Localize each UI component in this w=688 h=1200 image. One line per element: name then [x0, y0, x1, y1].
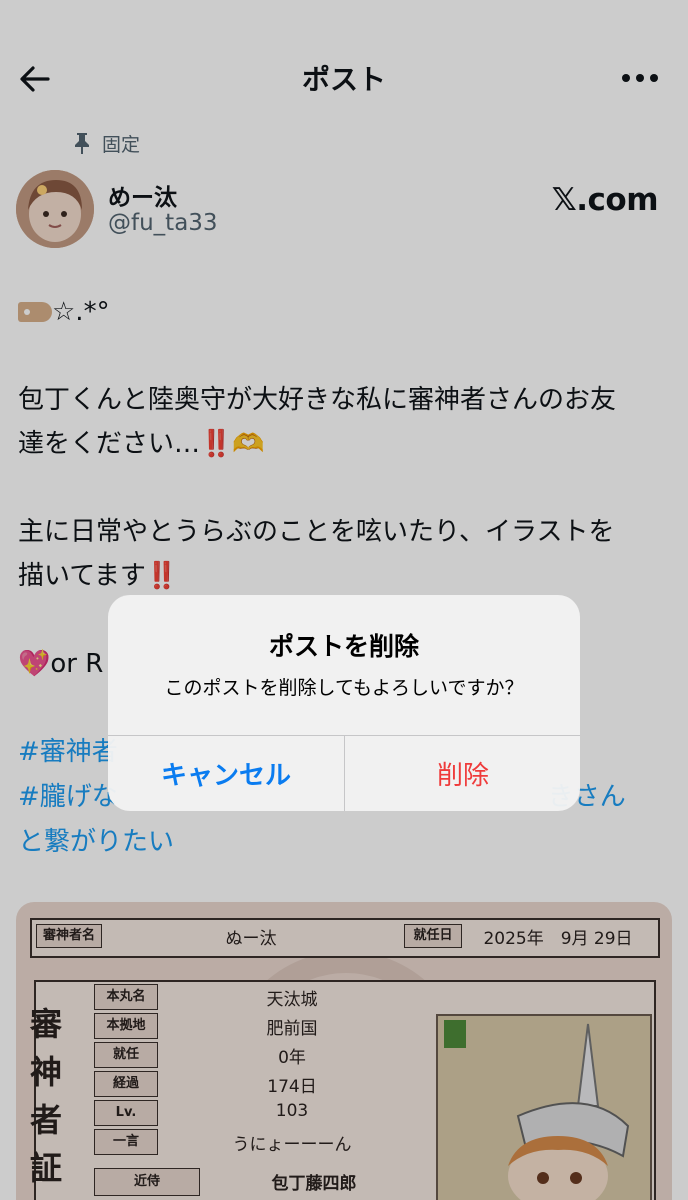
delete-post-dialog: ポストを削除 このポストを削除してもよろしいですか？ キャンセル 削除 [108, 595, 580, 811]
dialog-message: このポストを削除してもよろしいですか？ [164, 677, 524, 699]
delete-button[interactable]: 削除 [345, 736, 580, 811]
dialog-title: ポストを削除 [268, 632, 419, 661]
cancel-button[interactable]: キャンセル [108, 736, 344, 811]
